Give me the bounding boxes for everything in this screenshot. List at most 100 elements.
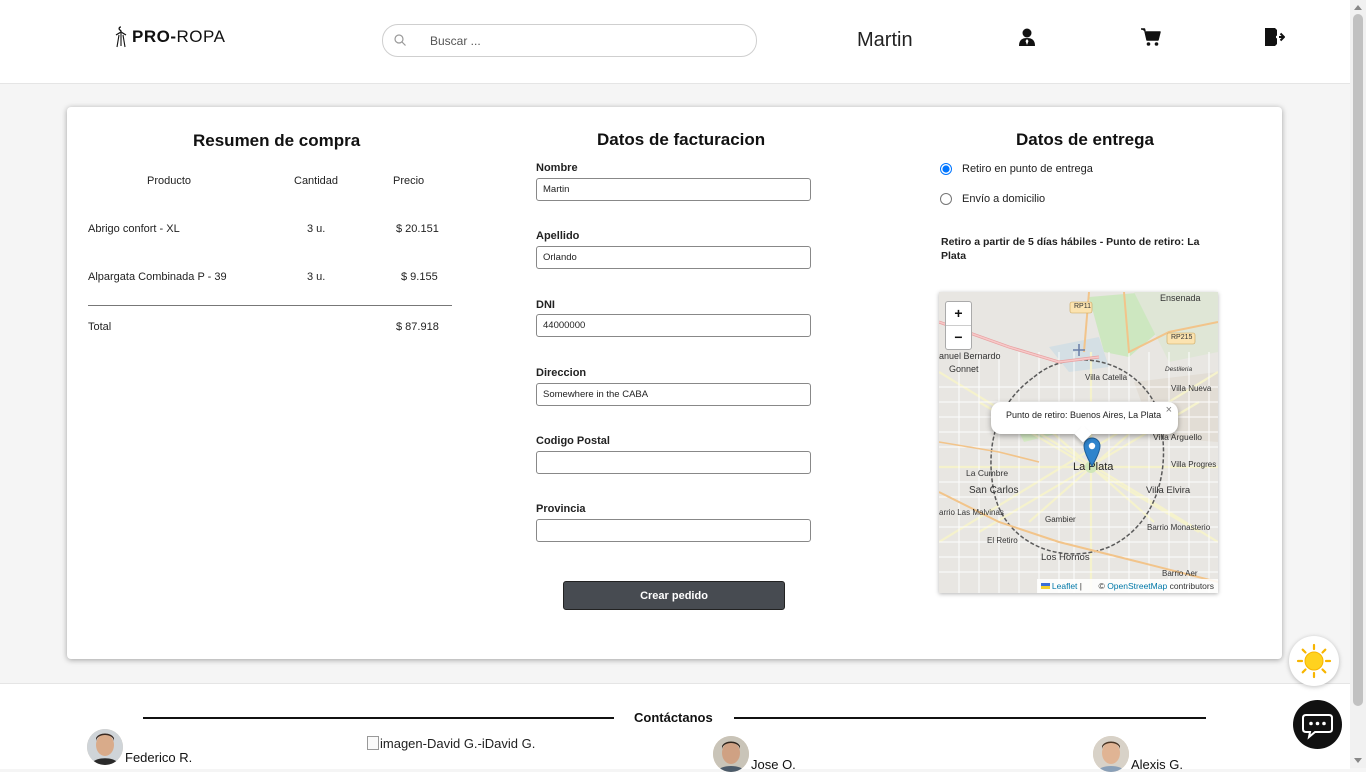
field-label-codigo-postal: Codigo Postal — [536, 435, 610, 447]
brand-logo[interactable]: PRO-ROPA — [114, 26, 225, 48]
brand-name: PRO-ROPA — [132, 27, 225, 47]
user-icon[interactable] — [1016, 26, 1038, 48]
delivery-option-pickup[interactable]: Retiro en punto de entrega — [940, 163, 1093, 175]
home-label: Envío a domicilio — [962, 193, 1046, 205]
map-label: Destileria — [1165, 366, 1193, 373]
contact-person[interactable]: Federico R. — [87, 729, 192, 765]
map-marker-icon[interactable] — [1083, 437, 1101, 467]
col-header-product: Producto — [147, 175, 192, 187]
osm-link[interactable]: OpenStreetMap — [1107, 581, 1167, 591]
map-label: Barrio Aer — [1162, 569, 1198, 578]
home-radio[interactable] — [940, 193, 952, 205]
nombre-field[interactable] — [536, 178, 811, 201]
map-label: anuel Bernardo — [939, 351, 1001, 361]
apellido-field[interactable] — [536, 246, 811, 269]
search-input[interactable] — [428, 31, 732, 51]
contact-name: Jose O. — [751, 757, 796, 772]
field-label-direccion: Direccion — [536, 367, 587, 379]
leaflet-link[interactable]: Leaflet — [1052, 581, 1078, 591]
contact-person[interactable]: imagen-David G.-iDavid G. — [367, 736, 535, 751]
contact-person[interactable]: Jose O. — [713, 736, 796, 772]
map-label: RP11 — [1074, 303, 1091, 310]
contact-person[interactable]: Alexis G. — [1093, 736, 1183, 772]
chat-button[interactable] — [1293, 700, 1342, 749]
map-label: Villa Elvira — [1146, 485, 1191, 496]
logout-icon[interactable] — [1263, 26, 1285, 48]
zoom-out-button[interactable]: − — [946, 326, 971, 349]
broken-image-icon — [367, 736, 379, 750]
row-price: $ 20.151 — [396, 223, 439, 235]
contact-rule-right — [734, 717, 1206, 719]
zoom-in-button[interactable]: + — [946, 302, 971, 326]
brand-rest: ROPA — [176, 27, 226, 46]
avatar — [87, 729, 123, 765]
pickup-label: Retiro en punto de entrega — [962, 163, 1093, 175]
theme-toggle-button[interactable] — [1289, 636, 1339, 686]
leaflet-flag-icon — [1040, 583, 1050, 589]
scroll-down-icon[interactable] — [1354, 758, 1362, 763]
scrollbar-thumb[interactable] — [1353, 14, 1363, 706]
attribution-copyright: © — [1098, 581, 1105, 591]
map-label: El Retiro — [987, 536, 1018, 545]
contact-name: imagen-David G.-iDavid G. — [380, 736, 536, 751]
row-qty: 3 u. — [307, 271, 326, 283]
chat-icon — [1302, 714, 1333, 740]
delivery-title: Datos de entrega — [1016, 130, 1154, 149]
field-label-apellido: Apellido — [536, 230, 580, 242]
field-label-dni: DNI — [536, 299, 555, 311]
col-header-qty: Cantidad — [294, 175, 339, 187]
col-header-price: Precio — [393, 175, 425, 187]
direccion-field[interactable] — [536, 383, 811, 406]
field-label-nombre: Nombre — [536, 162, 578, 174]
brand-bold: PRO- — [132, 27, 177, 46]
contact-name: Federico R. — [125, 750, 193, 765]
map-label: Villa Progres — [1171, 460, 1217, 469]
billing-title: Datos de facturacion — [597, 130, 766, 149]
map-label: Barrio Monasterio — [1147, 523, 1211, 532]
map-label: RP215 — [1171, 334, 1193, 341]
contact-rule-left — [143, 717, 614, 719]
scroll-up-icon[interactable] — [1354, 5, 1362, 10]
map-label: Gambier — [1045, 515, 1076, 524]
cart-icon[interactable] — [1140, 26, 1162, 48]
codigo-postal-field[interactable] — [536, 451, 811, 474]
page-scrollbar[interactable] — [1350, 0, 1366, 768]
map-label: Ensenada — [1160, 293, 1201, 303]
create-order-button[interactable]: Crear pedido — [563, 581, 785, 610]
map-label: Villa Catella — [1085, 373, 1128, 382]
row-price: $ 9.155 — [401, 271, 438, 283]
avatar — [1093, 736, 1129, 772]
map-label: arrio Las Malvinas — [939, 508, 1004, 517]
avatar — [713, 736, 749, 772]
map-attribution: Leaflet | © OpenStreetMap contributors — [1036, 579, 1218, 593]
row-product: Alpargata Combinada P - 39 — [88, 271, 227, 283]
popup-close-icon[interactable]: × — [1166, 404, 1172, 416]
contact-title: Contáctanos — [634, 710, 713, 725]
provincia-field[interactable] — [536, 519, 811, 542]
map-label: Villa Nueva — [1171, 384, 1212, 393]
username-label: Martin — [857, 29, 913, 51]
field-label-provincia: Provincia — [536, 503, 586, 515]
summary-divider — [88, 305, 452, 306]
pickup-map[interactable]: Ensenada RP11 RP215 anuel Bernardo Gonne… — [939, 292, 1218, 593]
row-product: Abrigo confort - XL — [88, 223, 180, 235]
sun-icon — [1296, 643, 1332, 679]
map-zoom-control: + − — [945, 301, 972, 350]
search-icon — [394, 34, 406, 46]
dni-field[interactable] — [536, 314, 811, 337]
hanger-logo-icon — [115, 26, 127, 48]
attribution-separator: | — [1079, 581, 1083, 591]
map-label: Gonnet — [949, 364, 979, 374]
summary-title: Resumen de compra — [193, 131, 361, 150]
site-header: PRO-ROPA Martin — [0, 0, 1350, 84]
contact-name: Alexis G. — [1131, 757, 1184, 772]
popup-text: Punto de retiro: Buenos Aires, La Plata — [1006, 410, 1162, 420]
checkout-card: Resumen de compra Producto Cantidad Prec… — [67, 107, 1282, 659]
delivery-note: Retiro a partir de 5 días hábiles - Punt… — [941, 236, 1200, 262]
map-popup: Punto de retiro: Buenos Aires, La Plata … — [991, 402, 1178, 443]
delivery-option-home[interactable]: Envío a domicilio — [940, 193, 1045, 205]
search-box — [382, 24, 757, 57]
pickup-radio[interactable] — [940, 163, 952, 175]
total-label: Total — [88, 321, 112, 333]
site-footer: Contáctanos Federico R. imagen-David G.-… — [0, 683, 1350, 772]
